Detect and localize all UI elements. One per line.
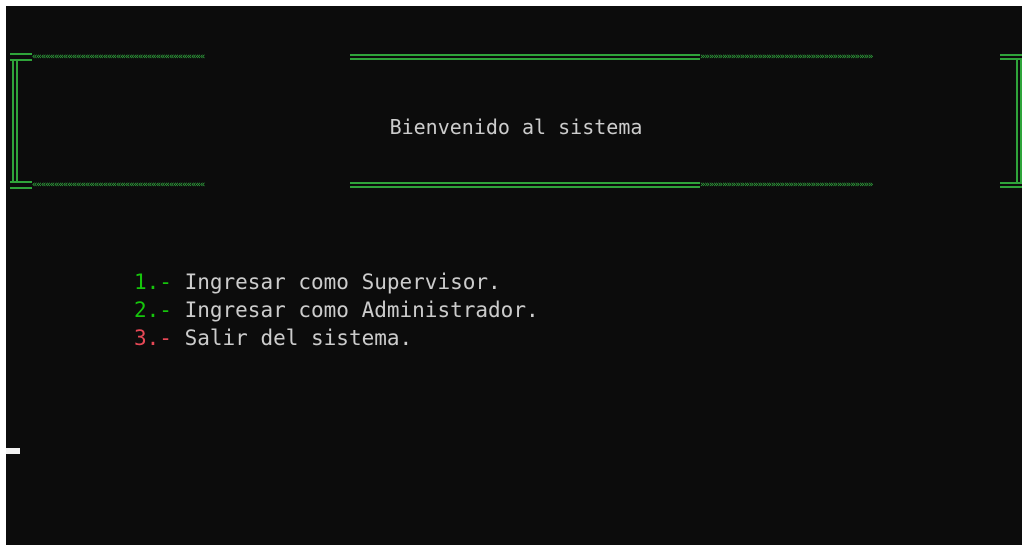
banner-corner <box>10 181 32 189</box>
banner-bottom-border: ««««««««««««««««««««««««««««««««««««««« … <box>10 178 1022 192</box>
left-chevrons: ««««««««««««««««««««««««««««««««««««««« <box>32 180 205 190</box>
double-line <box>350 182 700 188</box>
right-chevrons: »»»»»»»»»»»»»»»»»»»»»»»»»»»»»»»»»»»»»»» <box>700 180 873 190</box>
option-number: 2.- <box>134 298 185 322</box>
option-label: Ingresar como Supervisor. <box>184 270 501 294</box>
text-cursor[interactable] <box>6 448 20 454</box>
banner-title: Bienvenido al sistema <box>389 115 643 139</box>
right-chevrons: »»»»»»»»»»»»»»»»»»»»»»»»»»»»»»»»»»»»»»» <box>700 52 873 62</box>
menu-option-supervisor[interactable]: 1.- Ingresar como Supervisor. <box>134 268 539 296</box>
double-line <box>1000 182 1022 188</box>
double-line <box>350 54 700 60</box>
option-label: Ingresar como Administrador. <box>184 298 539 322</box>
welcome-banner: ««««««««««««««««««««««««««««««««««««««« … <box>10 50 1022 192</box>
option-number: 3.- <box>134 326 185 350</box>
option-label: Salir del sistema. <box>184 326 413 350</box>
banner-top-border: ««««««««««««««««««««««««««««««««««««««« … <box>10 50 1022 64</box>
menu-option-exit[interactable]: 3.- Salir del sistema. <box>134 324 539 352</box>
main-menu: 1.- Ingresar como Supervisor. 2.- Ingres… <box>134 268 539 352</box>
left-chevrons: ««««««««««««««««««««««««««««««««««««««« <box>32 52 205 62</box>
console-window: ««««««««««««««««««««««««««««««««««««««« … <box>6 6 1022 545</box>
menu-option-administrator[interactable]: 2.- Ingresar como Administrador. <box>134 296 539 324</box>
option-number: 1.- <box>134 270 185 294</box>
